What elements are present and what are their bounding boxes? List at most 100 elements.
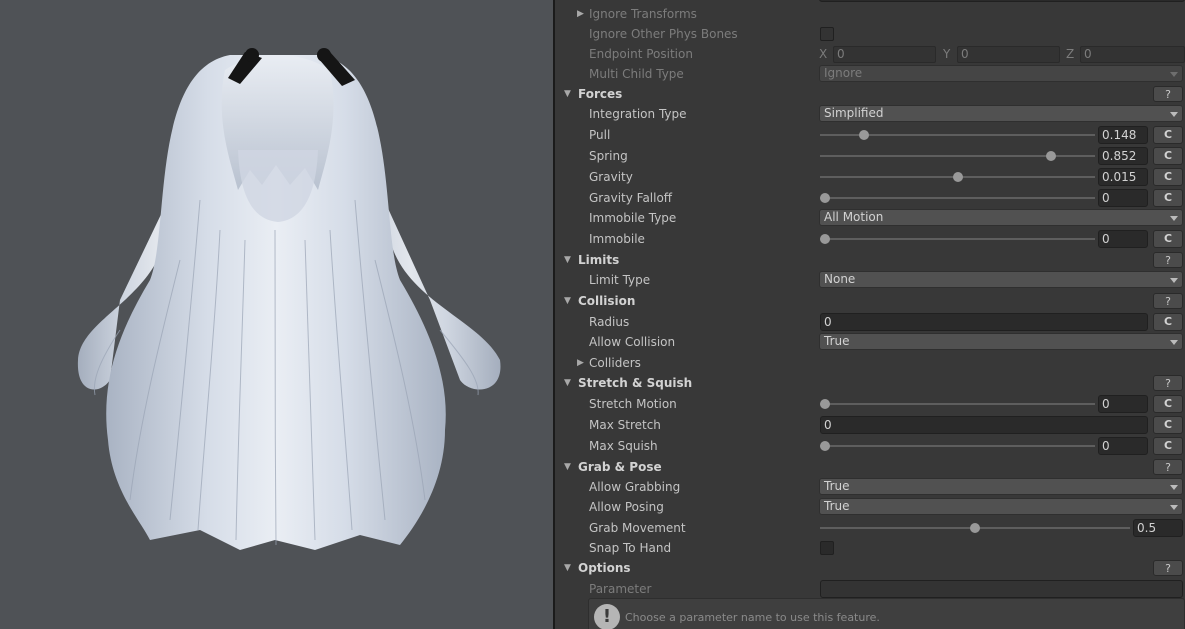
snap-to-hand-row: Snap To Hand xyxy=(555,538,1185,558)
dropdown-arrow-icon xyxy=(1170,278,1178,283)
axis-label-x: X xyxy=(819,47,828,61)
max-squish-slider-track[interactable] xyxy=(820,445,1095,447)
ignore-transforms-row: ▶ Ignore Transforms xyxy=(555,4,1185,24)
options-label[interactable]: Options xyxy=(578,558,631,578)
max-stretch-row: Max Stretch 0 C xyxy=(555,415,1185,435)
immobile-type-dropdown[interactable]: All Motion xyxy=(819,209,1183,226)
limit-type-value: None xyxy=(824,272,856,286)
scene-viewport[interactable] xyxy=(0,0,553,629)
allow-grabbing-value: True xyxy=(824,479,850,493)
collision-label[interactable]: Collision xyxy=(578,291,635,311)
max-stretch-field[interactable]: 0 xyxy=(820,416,1148,434)
allow-grabbing-label: Allow Grabbing xyxy=(589,480,681,494)
foldout-arrow-icon[interactable]: ▼ xyxy=(564,291,571,311)
gravity-row: Gravity 0.015 C xyxy=(555,167,1185,187)
radius-label: Radius xyxy=(589,315,630,329)
integration-type-label: Integration Type xyxy=(589,107,687,121)
collision-row: ▼ Collision? xyxy=(555,291,1185,311)
forces-label[interactable]: Forces xyxy=(578,84,622,104)
gravity-falloff-label: Gravity Falloff xyxy=(589,191,673,205)
axis-label-y: Y xyxy=(943,47,951,61)
gravity-falloff-value-field[interactable]: 0 xyxy=(1098,189,1148,207)
grab-pose-label[interactable]: Grab & Pose xyxy=(578,457,662,477)
limits-row: ▼ Limits? xyxy=(555,250,1185,270)
limit-type-dropdown[interactable]: None xyxy=(819,271,1183,288)
stretch-squish-label[interactable]: Stretch & Squish xyxy=(578,373,692,393)
radius-reset-button[interactable]: C xyxy=(1153,313,1183,331)
spring-value-field[interactable]: 0.852 xyxy=(1098,147,1148,165)
parameter-row: Parameter xyxy=(555,579,1185,599)
foldout-arrow-icon[interactable]: ▼ xyxy=(564,457,571,477)
ignore-transforms-label[interactable]: Ignore Transforms xyxy=(589,4,697,24)
stretch-motion-reset-button[interactable]: C xyxy=(1153,395,1183,413)
radius-row: Radius 0 C xyxy=(555,312,1185,332)
foldout-arrow-icon[interactable]: ▼ xyxy=(564,373,571,393)
gravity-falloff-slider-handle[interactable] xyxy=(820,193,830,203)
gravity-falloff-slider-track[interactable] xyxy=(820,197,1095,199)
allow-posing-dropdown[interactable]: True xyxy=(819,498,1183,515)
max-squish-label: Max Squish xyxy=(589,439,658,453)
gravity-value-field[interactable]: 0.015 xyxy=(1098,168,1148,186)
foldout-arrow-icon[interactable]: ▼ xyxy=(564,84,571,104)
immobile-slider-track[interactable] xyxy=(820,238,1095,240)
allow-collision-row: Allow Collision True xyxy=(555,332,1185,352)
max-squish-slider-handle[interactable] xyxy=(820,441,830,451)
dropdown-arrow-icon xyxy=(1170,485,1178,490)
allow-posing-value: True xyxy=(824,499,850,513)
info-box: ! Choose a parameter name to use this fe… xyxy=(588,598,1185,629)
colliders-label[interactable]: Colliders xyxy=(589,353,641,373)
stretch-motion-slider-handle[interactable] xyxy=(820,399,830,409)
snap-to-hand-label: Snap To Hand xyxy=(589,541,672,555)
integration-type-dropdown[interactable]: Simplified xyxy=(819,105,1183,122)
max-squish-value-field[interactable]: 0 xyxy=(1098,437,1148,455)
help-button[interactable]: ? xyxy=(1153,375,1183,391)
hair-model xyxy=(77,48,501,550)
foldout-arrow-icon[interactable]: ▼ xyxy=(564,250,571,270)
gravity-reset-button[interactable]: C xyxy=(1153,168,1183,186)
foldout-arrow-icon[interactable]: ▶ xyxy=(577,353,584,373)
pull-reset-button[interactable]: C xyxy=(1153,126,1183,144)
gravity-falloff-reset-button[interactable]: C xyxy=(1153,189,1183,207)
pull-slider-handle[interactable] xyxy=(859,130,870,140)
gravity-falloff-row: Gravity Falloff 0 C xyxy=(555,188,1185,208)
grab-movement-label: Grab Movement xyxy=(589,521,686,535)
radius-field[interactable]: 0 xyxy=(820,313,1148,331)
gravity-slider-handle[interactable] xyxy=(952,172,963,182)
endpoint-position-z-field: 0 xyxy=(1080,46,1185,63)
help-button[interactable]: ? xyxy=(1153,560,1183,576)
immobile-reset-button[interactable]: C xyxy=(1153,230,1183,248)
dropdown-arrow-icon xyxy=(1170,112,1178,117)
immobile-label: Immobile xyxy=(589,232,645,246)
spring-reset-button[interactable]: C xyxy=(1153,147,1183,165)
immobile-row: Immobile 0 C xyxy=(555,229,1185,249)
pull-row: Pull 0.148 C xyxy=(555,125,1185,145)
foldout-arrow-icon[interactable]: ▼ xyxy=(564,558,571,578)
max-stretch-reset-button[interactable]: C xyxy=(1153,416,1183,434)
limit-type-row: Limit Type None xyxy=(555,270,1185,290)
grab-movement-value-field[interactable]: 0.5 xyxy=(1133,519,1183,537)
help-button[interactable]: ? xyxy=(1153,293,1183,309)
immobile-type-label: Immobile Type xyxy=(589,211,677,225)
help-button[interactable]: ? xyxy=(1153,252,1183,268)
parameter-field[interactable] xyxy=(820,580,1183,598)
pull-value-field[interactable]: 0.148 xyxy=(1098,126,1148,144)
limits-label[interactable]: Limits xyxy=(578,250,619,270)
integration-type-row: Integration Type Simplified xyxy=(555,104,1185,124)
stretch-motion-value-field[interactable]: 0 xyxy=(1098,395,1148,413)
max-squish-reset-button[interactable]: C xyxy=(1153,437,1183,455)
allow-grabbing-dropdown[interactable]: True xyxy=(819,478,1183,495)
snap-to-hand-checkbox[interactable] xyxy=(820,541,834,555)
help-button[interactable]: ? xyxy=(1153,459,1183,475)
immobile-slider-handle[interactable] xyxy=(820,234,830,244)
grab-movement-slider-handle[interactable] xyxy=(970,523,980,533)
spring-slider-handle[interactable] xyxy=(1045,151,1056,161)
immobile-value-field[interactable]: 0 xyxy=(1098,230,1148,248)
stretch-motion-slider-track[interactable] xyxy=(820,403,1095,405)
colliders-row: ▶ Colliders xyxy=(555,353,1185,373)
endpoint-position-row: Endpoint Position X 0 Y 0 Z 0 xyxy=(555,44,1185,64)
allow-collision-dropdown[interactable]: True xyxy=(819,333,1183,350)
foldout-arrow-icon[interactable]: ▶ xyxy=(577,4,584,24)
multi-child-type-label: Multi Child Type xyxy=(589,67,684,81)
multi-child-type-row: Multi Child Type Ignore xyxy=(555,64,1185,84)
help-button[interactable]: ? xyxy=(1153,86,1183,102)
